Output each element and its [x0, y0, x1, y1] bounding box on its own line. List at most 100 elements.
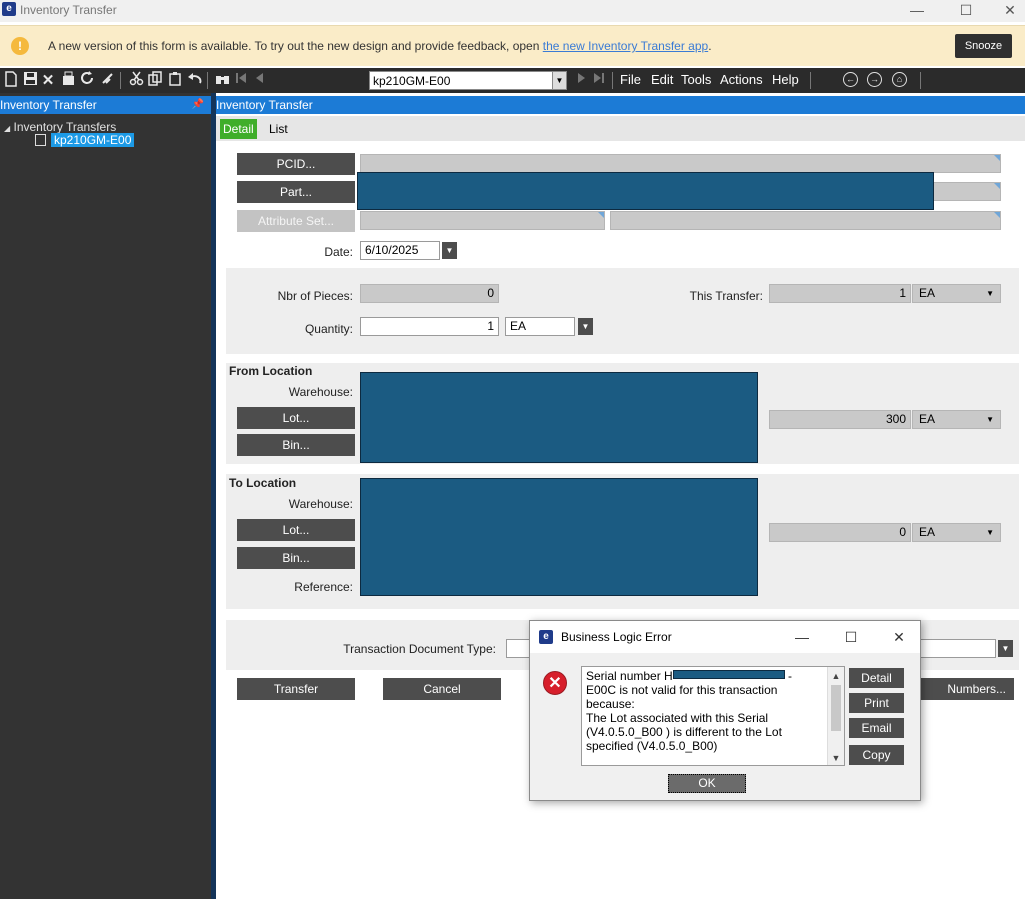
- message-scrollbar[interactable]: ▲ ▼: [827, 667, 844, 765]
- dialog-titlebar: e Business Logic Error — ☐ ✕: [530, 621, 920, 653]
- ok-button[interactable]: OK: [668, 774, 746, 793]
- dialog-print-button[interactable]: Print: [849, 693, 904, 713]
- redacted-serial: [672, 670, 785, 679]
- menu-file[interactable]: File: [620, 72, 641, 87]
- to-location-title: To Location: [229, 476, 297, 490]
- from-warehouse-label: Warehouse:: [288, 385, 353, 399]
- tab-detail[interactable]: Detail: [220, 119, 257, 139]
- pcid-field[interactable]: [360, 154, 1001, 173]
- clear-icon[interactable]: [59, 71, 77, 90]
- dialog-title: Business Logic Error: [561, 630, 672, 644]
- toolbar-separator: [920, 72, 921, 89]
- cut-icon[interactable]: [127, 71, 145, 90]
- redacted-from-location: [360, 372, 758, 463]
- snooze-button[interactable]: Snooze: [955, 34, 1012, 58]
- attribute-set-field[interactable]: [360, 211, 605, 230]
- first-record-icon[interactable]: [232, 71, 250, 90]
- uom-dropdown-icon[interactable]: ▼: [578, 318, 593, 335]
- quantity-label: Quantity:: [304, 322, 353, 336]
- quantity-panel: [226, 268, 1019, 354]
- chevron-down-icon: ▼: [986, 289, 994, 298]
- this-transfer-label: This Transfer:: [689, 289, 763, 303]
- collapse-icon[interactable]: ◢: [4, 124, 10, 133]
- menu-help[interactable]: Help: [772, 72, 799, 87]
- refresh-icon[interactable]: [78, 71, 96, 90]
- chevron-down-icon: ▼: [986, 528, 994, 537]
- doc-type-dropdown-icon[interactable]: ▼: [998, 640, 1013, 657]
- pcid-button[interactable]: PCID...: [237, 153, 355, 175]
- tree-pane: Inventory Transfer 📌 ◢ Inventory Transfe…: [0, 93, 211, 899]
- warning-icon: !: [11, 37, 29, 55]
- clear-all-icon[interactable]: [98, 71, 116, 90]
- message-line: because:: [586, 697, 635, 711]
- last-record-icon[interactable]: [590, 71, 608, 90]
- search-icon[interactable]: [213, 71, 231, 90]
- toolbar-separator: [120, 72, 121, 89]
- record-combo[interactable]: kp210GM-E00 ▼: [369, 71, 567, 90]
- from-onhand-uom[interactable]: EA ▼: [912, 410, 1001, 429]
- close-button[interactable]: ✕: [995, 1, 1025, 19]
- dialog-copy-button[interactable]: Copy: [849, 745, 904, 765]
- chevron-down-icon: ▼: [986, 415, 994, 424]
- scroll-up-icon[interactable]: ▲: [828, 669, 844, 683]
- menu-tools[interactable]: Tools: [681, 72, 711, 87]
- scroll-thumb[interactable]: [831, 685, 841, 731]
- pin-icon[interactable]: 📌: [192, 96, 204, 114]
- date-label: Date:: [324, 245, 353, 259]
- menu-actions[interactable]: Actions: [720, 72, 763, 87]
- to-bin-button[interactable]: Bin...: [237, 547, 355, 569]
- app-logo-icon: e: [2, 2, 16, 16]
- dialog-close-button[interactable]: ✕: [884, 627, 914, 647]
- from-lot-button[interactable]: Lot...: [237, 407, 355, 429]
- quantity-uom-field[interactable]: EA: [505, 317, 575, 336]
- this-transfer-uom[interactable]: EA ▼: [912, 284, 1001, 303]
- minimize-button[interactable]: —: [902, 1, 932, 19]
- attribute-set-description[interactable]: [610, 211, 1001, 230]
- undo-icon[interactable]: [185, 71, 203, 90]
- menu-edit[interactable]: Edit: [651, 72, 673, 87]
- message-line: E00C is not valid for this transaction: [586, 683, 778, 697]
- delete-icon[interactable]: ✕: [39, 71, 57, 90]
- dialog-email-button[interactable]: Email: [849, 718, 904, 738]
- error-message-box[interactable]: Serial number H - E00C is not valid for …: [581, 666, 845, 766]
- quantity-field[interactable]: 1: [360, 317, 499, 336]
- window-title: Inventory Transfer: [20, 3, 117, 17]
- transfer-button[interactable]: Transfer: [237, 678, 355, 700]
- next-record-icon[interactable]: [573, 71, 591, 90]
- dialog-minimize-button[interactable]: —: [787, 627, 817, 647]
- new-app-link[interactable]: the new Inventory Transfer app: [543, 39, 708, 53]
- new-icon[interactable]: [2, 71, 20, 90]
- dialog-detail-button[interactable]: Detail: [849, 668, 904, 688]
- dialog-maximize-button[interactable]: ☐: [836, 627, 866, 647]
- redacted-part-info: [357, 172, 934, 210]
- maximize-button[interactable]: ☐: [951, 1, 981, 19]
- tree-root-node[interactable]: ◢ Inventory Transfers: [4, 120, 116, 134]
- copy-icon[interactable]: [146, 71, 164, 90]
- banner-text: A new version of this form is available.…: [48, 39, 543, 53]
- home-icon[interactable]: ⌂: [892, 72, 907, 87]
- tab-list[interactable]: List: [266, 119, 291, 139]
- to-lot-button[interactable]: Lot...: [237, 519, 355, 541]
- from-location-title: From Location: [229, 364, 313, 378]
- app-logo-icon: e: [539, 630, 553, 644]
- date-field[interactable]: 6/10/2025: [360, 241, 440, 260]
- part-button[interactable]: Part...: [237, 181, 355, 203]
- save-icon[interactable]: [21, 71, 39, 90]
- back-icon[interactable]: ←: [843, 72, 858, 87]
- previous-record-icon[interactable]: [250, 71, 268, 90]
- cancel-button[interactable]: Cancel: [383, 678, 501, 700]
- calendar-dropdown-icon[interactable]: ▼: [442, 242, 457, 259]
- chevron-down-icon[interactable]: ▼: [552, 72, 566, 89]
- serial-numbers-button[interactable]: Numbers...: [916, 678, 1014, 700]
- to-onhand-uom[interactable]: EA ▼: [912, 523, 1001, 542]
- tab-bar: Detail List: [216, 116, 1025, 141]
- tree-child-node[interactable]: kp210GM-E00: [35, 133, 135, 147]
- from-onhand-uom-value: EA: [919, 412, 936, 426]
- detail-pane-header: Inventory Transfer: [216, 96, 1025, 114]
- scroll-down-icon[interactable]: ▼: [828, 751, 844, 765]
- message-line: (V4.0.5.0_B00 ) is different to the Lot: [586, 725, 782, 739]
- forward-icon[interactable]: →: [867, 72, 882, 87]
- paste-icon[interactable]: [166, 71, 184, 90]
- message-prefix: Serial number H: [586, 669, 673, 683]
- from-bin-button[interactable]: Bin...: [237, 434, 355, 456]
